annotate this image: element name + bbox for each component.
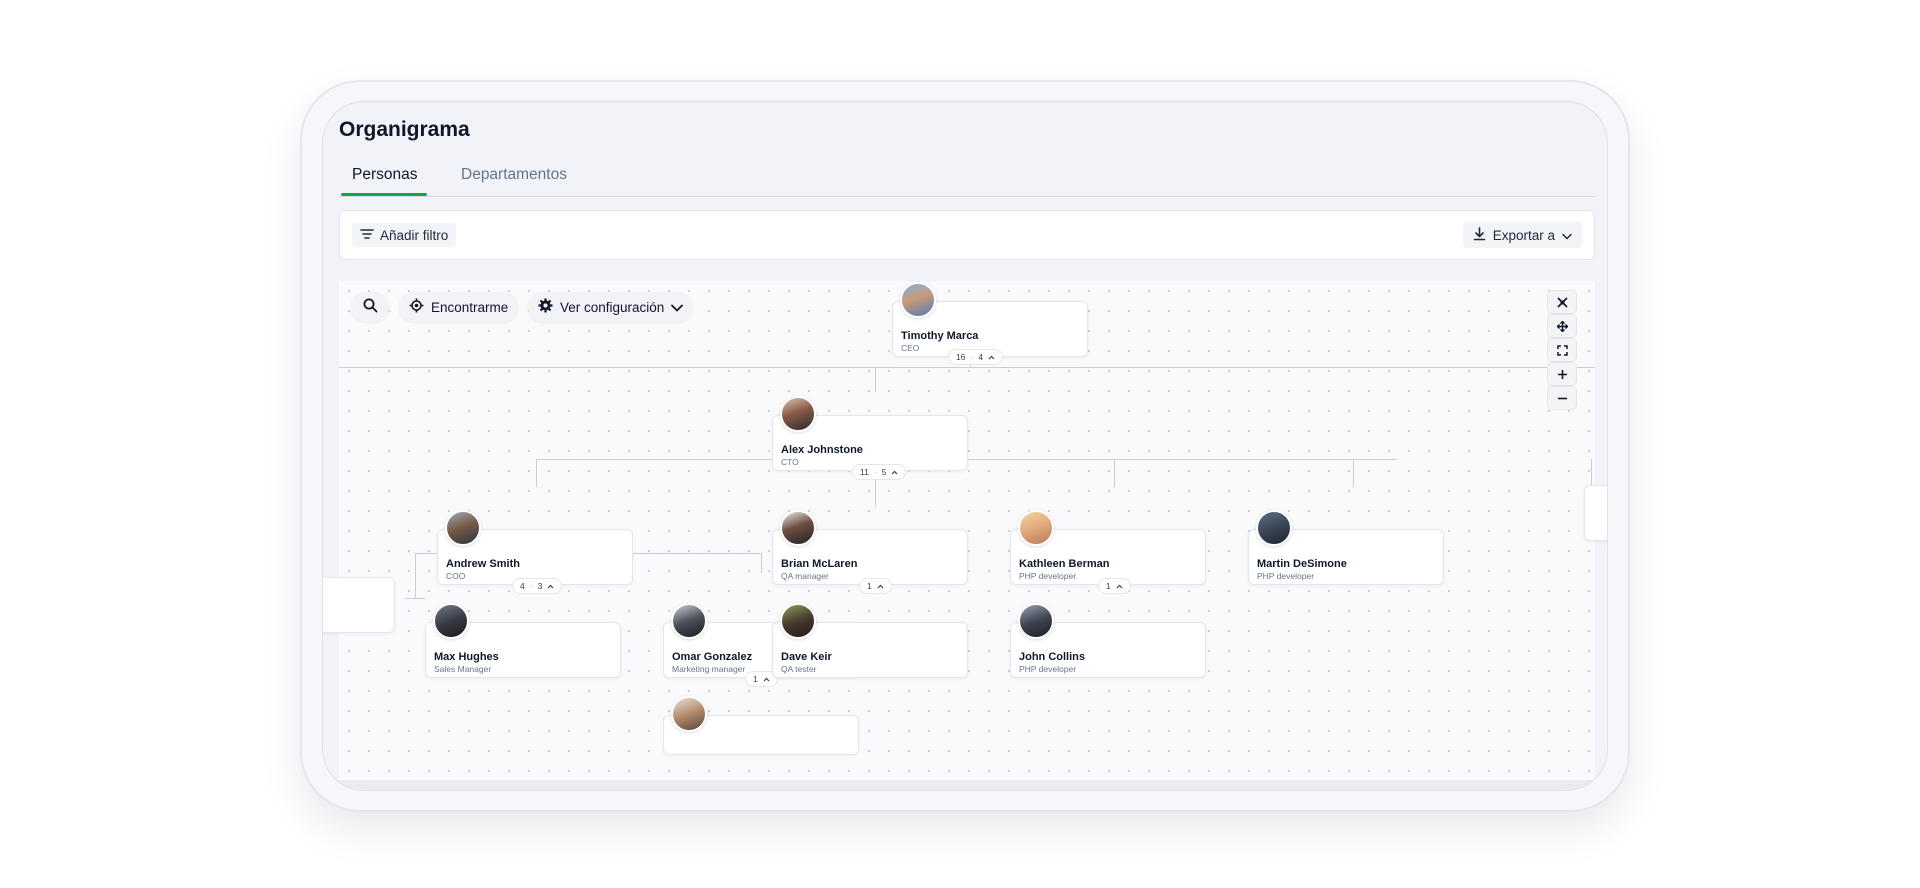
- chevron-up-icon: [988, 355, 995, 359]
- tab-bar: Personas Departamentos: [339, 164, 1595, 197]
- badge-count: 16: [956, 352, 966, 362]
- children-badge[interactable]: 11 · 5: [852, 464, 907, 480]
- avatar: [780, 510, 816, 546]
- filter-icon: [360, 228, 374, 243]
- avatar: [671, 603, 707, 639]
- collapse-icon[interactable]: [1547, 290, 1577, 314]
- avatar: [900, 282, 936, 318]
- export-label: Exportar a: [1492, 227, 1555, 243]
- person-name: Timothy Marca: [901, 330, 979, 342]
- avatar: [433, 603, 469, 639]
- connector-line: [1114, 459, 1115, 487]
- avatar: [445, 510, 481, 546]
- chevron-up-icon: [877, 584, 884, 588]
- app-screen: Organigrama Personas Departamentos Añadi…: [322, 101, 1608, 791]
- badge-count: 5: [881, 467, 887, 477]
- tab-personas[interactable]: Personas: [352, 166, 417, 184]
- chevron-up-icon: [1116, 584, 1123, 588]
- person-role: COO: [446, 571, 466, 581]
- person-name: Kathleen Berman: [1019, 558, 1110, 570]
- connector-line: [536, 459, 537, 487]
- chevron-down-icon: [1562, 228, 1572, 243]
- children-badge[interactable]: 16 · 4: [948, 349, 1004, 365]
- find-me-label: Encontrarme: [431, 299, 509, 315]
- chevron-up-icon: [891, 470, 898, 474]
- move-icon[interactable]: [1547, 314, 1577, 338]
- person-name: Omar Gonzalez: [672, 651, 753, 663]
- person-role: PHP developer: [1019, 664, 1077, 674]
- org-card-partial[interactable]: [1584, 485, 1607, 541]
- person-role: PHP developer: [1257, 571, 1315, 581]
- avatar: [1018, 603, 1054, 639]
- badge-count: 3: [537, 581, 543, 591]
- children-badge[interactable]: 1: [859, 578, 892, 594]
- chevron-up-icon: [763, 677, 770, 681]
- connector-line: [415, 553, 416, 598]
- connector-line: [405, 598, 425, 599]
- chevron-down-icon: [671, 300, 684, 315]
- download-icon: [1473, 226, 1486, 244]
- settings-label: Ver configuración: [560, 299, 665, 315]
- fullscreen-icon[interactable]: [1547, 338, 1577, 362]
- person-name: John Collins: [1019, 651, 1085, 663]
- badge-count: 11: [860, 467, 869, 477]
- person-name: Brian McLaren: [781, 558, 858, 570]
- plus-icon[interactable]: [1547, 362, 1577, 386]
- badge-count: 4: [520, 581, 525, 591]
- tab-departamentos[interactable]: Departamentos: [461, 166, 567, 184]
- children-badge[interactable]: 4 · 3: [512, 578, 563, 594]
- connector-line: [875, 479, 876, 507]
- avatar: [1256, 510, 1292, 546]
- chevron-up-icon: [547, 584, 554, 588]
- person-name: Martin DeSimone: [1257, 558, 1347, 570]
- avatar: [1018, 510, 1054, 546]
- org-card-partial[interactable]: [323, 577, 395, 633]
- connector-line: [761, 553, 762, 573]
- avatar: [780, 396, 816, 432]
- person-role: Sales Manager: [434, 664, 492, 674]
- add-filter-label: Añadir filtro: [380, 227, 449, 243]
- badge-count: 4: [978, 352, 984, 362]
- person-role: Marketing manager: [672, 664, 746, 674]
- person-role: QA manager: [781, 571, 829, 581]
- connector-line: [339, 367, 1595, 368]
- screen-bottom-edge: [323, 780, 1607, 790]
- export-button[interactable]: Exportar a: [1462, 222, 1582, 248]
- add-filter-button[interactable]: Añadir filtro: [352, 223, 457, 247]
- person-role: QA tester: [781, 664, 817, 674]
- active-tab-indicator: [341, 193, 427, 196]
- page-title: Organigrama: [339, 118, 470, 141]
- connector-line: [1353, 459, 1354, 487]
- filter-bar: Añadir filtro Exportar a: [339, 210, 1595, 260]
- org-chart-canvas[interactable]: Encontrarme Ver configuración Timothy Ma…: [323, 281, 1607, 781]
- person-role: CTO: [781, 457, 799, 467]
- person-name: Andrew Smith: [446, 558, 520, 570]
- gear-icon: [538, 298, 553, 316]
- settings-dropdown[interactable]: Ver configuración: [528, 292, 694, 322]
- connector-line: [875, 367, 876, 392]
- avatar: [671, 696, 707, 732]
- badge-count: 1: [753, 674, 758, 684]
- avatar: [780, 603, 816, 639]
- search-button[interactable]: [351, 292, 389, 322]
- person-role: CEO: [901, 343, 920, 353]
- person-name: Alex Johnstone: [781, 444, 863, 456]
- person-name: Max Hughes: [434, 651, 499, 663]
- children-badge[interactable]: 1: [1098, 578, 1131, 594]
- find-me-button[interactable]: Encontrarme: [399, 292, 519, 322]
- badge-count: 1: [867, 581, 872, 591]
- minus-icon[interactable]: [1547, 386, 1577, 410]
- search-icon: [363, 298, 378, 316]
- person-role: PHP developer: [1019, 571, 1077, 581]
- badge-count: 1: [1106, 581, 1111, 591]
- person-name: Dave Keir: [781, 651, 832, 663]
- locate-icon: [409, 298, 424, 316]
